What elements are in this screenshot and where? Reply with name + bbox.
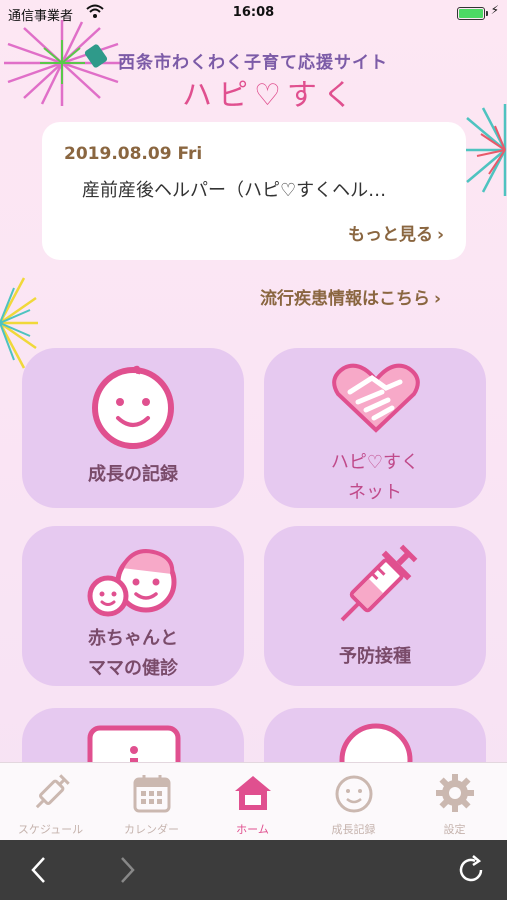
syringe-icon <box>35 774 70 809</box>
battery-icon <box>457 7 488 20</box>
tile-label: 予防接種 <box>339 646 411 667</box>
disease-info-label: 流行疾患情報はこちら <box>259 289 430 309</box>
tile-vaccination[interactable]: 予防接種 <box>264 526 486 686</box>
chevron-right-icon: › <box>433 289 441 309</box>
tab-label: スケジュール <box>17 823 84 836</box>
circle-icon <box>339 723 413 762</box>
mother-baby-icon <box>87 549 177 617</box>
app-logo: ハピ♡すく <box>182 78 359 113</box>
tile-label: 成長の記録 <box>88 464 178 485</box>
tile-partial[interactable] <box>264 708 486 762</box>
tab-home[interactable]: ホーム <box>202 763 303 841</box>
tile-label-line1: 赤ちゃんと <box>88 628 178 649</box>
chevron-right-icon: › <box>436 225 444 245</box>
charging-icon: ⚡ <box>490 3 499 17</box>
more-link[interactable]: もっと見る › <box>348 220 444 245</box>
baby-face-icon <box>335 775 373 813</box>
tile-label: 赤ちゃんと ママの健診 <box>22 624 244 684</box>
handshake-icon <box>332 363 420 433</box>
tab-label: カレンダー <box>124 823 179 836</box>
gear-icon <box>436 774 474 812</box>
baby-face-icon <box>92 365 174 449</box>
browser-toolbar <box>0 840 507 900</box>
disease-info-link[interactable]: 流行疾患情報はこちら › <box>260 284 441 309</box>
tab-label: 成長記録 <box>331 823 376 836</box>
news-date: 2019.08.09 Fri <box>64 144 203 164</box>
syringe-icon <box>340 544 418 622</box>
tile-label-line2: ママの健診 <box>88 658 178 679</box>
tab-growth[interactable]: 成長記録 <box>303 763 404 841</box>
tile-label-line2: ネット <box>348 482 402 503</box>
tab-calendar[interactable]: カレンダー <box>101 763 202 841</box>
tab-label: 設定 <box>443 823 466 836</box>
tab-label: ホーム <box>236 823 269 836</box>
reload-icon[interactable] <box>455 854 487 886</box>
news-title[interactable]: 産前産後ヘルパー（ハピ♡すくヘル… <box>82 176 442 202</box>
back-icon[interactable] <box>28 854 50 886</box>
tile-label: ハピ♡すく ネット <box>264 448 486 508</box>
calendar-icon <box>133 775 171 813</box>
tab-settings[interactable]: 設定 <box>404 763 505 841</box>
tile-growth-record[interactable]: 成長の記録 <box>22 348 244 508</box>
forward-icon[interactable] <box>116 854 138 886</box>
tile-info[interactable] <box>22 708 244 762</box>
more-label: もっと見る <box>347 225 433 245</box>
tab-bar: スケジュール カレンダー ホーム 成長記録 設定 <box>0 762 507 841</box>
tile-label-line1: ハピ♡すく <box>330 452 420 473</box>
news-card[interactable]: 2019.08.09 Fri 産前産後ヘルパー（ハピ♡すくヘル… もっと見る › <box>42 122 466 260</box>
home-icon <box>235 776 271 810</box>
tile-hapisuku-net[interactable]: ハピ♡すく ネット <box>264 348 486 508</box>
tab-schedule[interactable]: スケジュール <box>0 763 101 841</box>
firework-decoration <box>4 20 122 106</box>
tile-checkup[interactable]: 赤ちゃんと ママの健診 <box>22 526 244 686</box>
info-icon <box>87 725 181 762</box>
